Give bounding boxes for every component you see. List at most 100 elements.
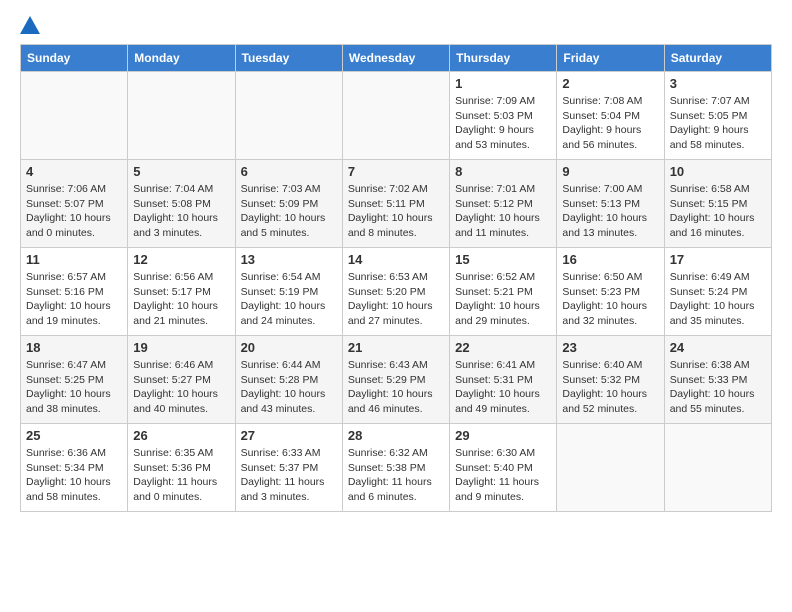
calendar-cell: 24 Sunrise: 6:38 AM Sunset: 5:33 PM Dayli…: [664, 336, 771, 424]
calendar-cell: 14 Sunrise: 6:53 AM Sunset: 5:20 PM Dayli…: [342, 248, 449, 336]
day-number: 14: [348, 252, 444, 267]
day-info: Sunrise: 6:36 AM Sunset: 5:34 PM Dayligh…: [26, 446, 122, 505]
calendar-week-row: 18 Sunrise: 6:47 AM Sunset: 5:25 PM Dayli…: [21, 336, 772, 424]
day-info: Sunrise: 6:54 AM Sunset: 5:19 PM Dayligh…: [241, 270, 337, 329]
calendar-week-row: 4 Sunrise: 7:06 AM Sunset: 5:07 PM Daylig…: [21, 160, 772, 248]
calendar-cell: 13 Sunrise: 6:54 AM Sunset: 5:19 PM Dayli…: [235, 248, 342, 336]
day-number: 19: [133, 340, 229, 355]
calendar-table: SundayMondayTuesdayWednesdayThursdayFrid…: [20, 44, 772, 512]
calendar-cell: 10 Sunrise: 6:58 AM Sunset: 5:15 PM Dayli…: [664, 160, 771, 248]
calendar-cell: 20 Sunrise: 6:44 AM Sunset: 5:28 PM Dayli…: [235, 336, 342, 424]
day-number: 27: [241, 428, 337, 443]
day-info: Sunrise: 6:41 AM Sunset: 5:31 PM Dayligh…: [455, 358, 551, 417]
calendar-cell: 19 Sunrise: 6:46 AM Sunset: 5:27 PM Dayli…: [128, 336, 235, 424]
calendar-cell: 26 Sunrise: 6:35 AM Sunset: 5:36 PM Dayli…: [128, 424, 235, 512]
day-info: Sunrise: 6:49 AM Sunset: 5:24 PM Dayligh…: [670, 270, 766, 329]
calendar-cell: 27 Sunrise: 6:33 AM Sunset: 5:37 PM Dayli…: [235, 424, 342, 512]
calendar-week-row: 11 Sunrise: 6:57 AM Sunset: 5:16 PM Dayli…: [21, 248, 772, 336]
logo-triangle-icon: [20, 16, 40, 34]
day-info: Sunrise: 7:04 AM Sunset: 5:08 PM Dayligh…: [133, 182, 229, 241]
day-number: 17: [670, 252, 766, 267]
calendar-cell: 23 Sunrise: 6:40 AM Sunset: 5:32 PM Dayli…: [557, 336, 664, 424]
day-info: Sunrise: 6:32 AM Sunset: 5:38 PM Dayligh…: [348, 446, 444, 505]
calendar-cell: 18 Sunrise: 6:47 AM Sunset: 5:25 PM Dayli…: [21, 336, 128, 424]
day-info: Sunrise: 7:07 AM Sunset: 5:05 PM Dayligh…: [670, 94, 766, 153]
day-info: Sunrise: 7:03 AM Sunset: 5:09 PM Dayligh…: [241, 182, 337, 241]
calendar-cell: 21 Sunrise: 6:43 AM Sunset: 5:29 PM Dayli…: [342, 336, 449, 424]
logo: [20, 16, 44, 34]
calendar-week-row: 25 Sunrise: 6:36 AM Sunset: 5:34 PM Dayli…: [21, 424, 772, 512]
day-info: Sunrise: 7:09 AM Sunset: 5:03 PM Dayligh…: [455, 94, 551, 153]
day-number: 2: [562, 76, 658, 91]
day-info: Sunrise: 6:30 AM Sunset: 5:40 PM Dayligh…: [455, 446, 551, 505]
day-number: 22: [455, 340, 551, 355]
calendar-cell: 7Sunrise: 7:02 AM Sunset: 5:11 PM Daylig…: [342, 160, 449, 248]
calendar-cell: 8Sunrise: 7:01 AM Sunset: 5:12 PM Daylig…: [450, 160, 557, 248]
day-info: Sunrise: 6:47 AM Sunset: 5:25 PM Dayligh…: [26, 358, 122, 417]
day-number: 1: [455, 76, 551, 91]
day-number: 11: [26, 252, 122, 267]
calendar-cell: 16 Sunrise: 6:50 AM Sunset: 5:23 PM Dayli…: [557, 248, 664, 336]
day-info: Sunrise: 6:33 AM Sunset: 5:37 PM Dayligh…: [241, 446, 337, 505]
calendar-cell: [557, 424, 664, 512]
day-number: 23: [562, 340, 658, 355]
calendar-header-row: SundayMondayTuesdayWednesdayThursdayFrid…: [21, 45, 772, 72]
day-number: 24: [670, 340, 766, 355]
day-number: 9: [562, 164, 658, 179]
calendar-cell: 6 Sunrise: 7:03 AM Sunset: 5:09 PM Daylig…: [235, 160, 342, 248]
calendar-cell: 9 Sunrise: 7:00 AM Sunset: 5:13 PM Daylig…: [557, 160, 664, 248]
day-number: 10: [670, 164, 766, 179]
day-number: 21: [348, 340, 444, 355]
day-number: 26: [133, 428, 229, 443]
calendar-cell: 28 Sunrise: 6:32 AM Sunset: 5:38 PM Dayli…: [342, 424, 449, 512]
day-number: 20: [241, 340, 337, 355]
day-info: Sunrise: 6:58 AM Sunset: 5:15 PM Dayligh…: [670, 182, 766, 241]
day-info: Sunrise: 6:35 AM Sunset: 5:36 PM Dayligh…: [133, 446, 229, 505]
day-info: Sunrise: 6:38 AM Sunset: 5:33 PM Dayligh…: [670, 358, 766, 417]
day-number: 6: [241, 164, 337, 179]
day-number: 8: [455, 164, 551, 179]
day-info: Sunrise: 6:44 AM Sunset: 5:28 PM Dayligh…: [241, 358, 337, 417]
calendar-cell: 3Sunrise: 7:07 AM Sunset: 5:05 PM Daylig…: [664, 72, 771, 160]
day-number: 29: [455, 428, 551, 443]
day-number: 25: [26, 428, 122, 443]
day-number: 4: [26, 164, 122, 179]
calendar-cell: [342, 72, 449, 160]
calendar-cell: 25 Sunrise: 6:36 AM Sunset: 5:34 PM Dayli…: [21, 424, 128, 512]
day-info: Sunrise: 7:08 AM Sunset: 5:04 PM Dayligh…: [562, 94, 658, 153]
calendar-week-row: 1 Sunrise: 7:09 AM Sunset: 5:03 PM Daylig…: [21, 72, 772, 160]
day-info: Sunrise: 7:02 AM Sunset: 5:11 PM Dayligh…: [348, 182, 444, 241]
calendar-cell: 12Sunrise: 6:56 AM Sunset: 5:17 PM Dayli…: [128, 248, 235, 336]
day-number: 12: [133, 252, 229, 267]
day-info: Sunrise: 7:00 AM Sunset: 5:13 PM Dayligh…: [562, 182, 658, 241]
calendar-cell: 29 Sunrise: 6:30 AM Sunset: 5:40 PM Dayli…: [450, 424, 557, 512]
calendar-cell: 2 Sunrise: 7:08 AM Sunset: 5:04 PM Daylig…: [557, 72, 664, 160]
calendar-cell: 15Sunrise: 6:52 AM Sunset: 5:21 PM Dayli…: [450, 248, 557, 336]
calendar-cell: [21, 72, 128, 160]
day-number: 18: [26, 340, 122, 355]
day-info: Sunrise: 6:53 AM Sunset: 5:20 PM Dayligh…: [348, 270, 444, 329]
column-header-tuesday: Tuesday: [235, 45, 342, 72]
calendar-cell: 22 Sunrise: 6:41 AM Sunset: 5:31 PM Dayli…: [450, 336, 557, 424]
column-header-saturday: Saturday: [664, 45, 771, 72]
day-info: Sunrise: 6:50 AM Sunset: 5:23 PM Dayligh…: [562, 270, 658, 329]
day-info: Sunrise: 6:46 AM Sunset: 5:27 PM Dayligh…: [133, 358, 229, 417]
column-header-monday: Monday: [128, 45, 235, 72]
day-number: 13: [241, 252, 337, 267]
column-header-sunday: Sunday: [21, 45, 128, 72]
calendar-cell: 11 Sunrise: 6:57 AM Sunset: 5:16 PM Dayli…: [21, 248, 128, 336]
day-info: Sunrise: 6:43 AM Sunset: 5:29 PM Dayligh…: [348, 358, 444, 417]
day-number: 28: [348, 428, 444, 443]
column-header-wednesday: Wednesday: [342, 45, 449, 72]
calendar-cell: 1 Sunrise: 7:09 AM Sunset: 5:03 PM Daylig…: [450, 72, 557, 160]
day-number: 16: [562, 252, 658, 267]
column-header-friday: Friday: [557, 45, 664, 72]
day-info: Sunrise: 6:57 AM Sunset: 5:16 PM Dayligh…: [26, 270, 122, 329]
calendar-cell: 17 Sunrise: 6:49 AM Sunset: 5:24 PM Dayli…: [664, 248, 771, 336]
calendar-cell: 5Sunrise: 7:04 AM Sunset: 5:08 PM Daylig…: [128, 160, 235, 248]
logo-blue-text: [20, 16, 44, 34]
day-number: 15: [455, 252, 551, 267]
day-info: Sunrise: 7:06 AM Sunset: 5:07 PM Dayligh…: [26, 182, 122, 241]
day-info: Sunrise: 6:40 AM Sunset: 5:32 PM Dayligh…: [562, 358, 658, 417]
calendar-cell: [128, 72, 235, 160]
